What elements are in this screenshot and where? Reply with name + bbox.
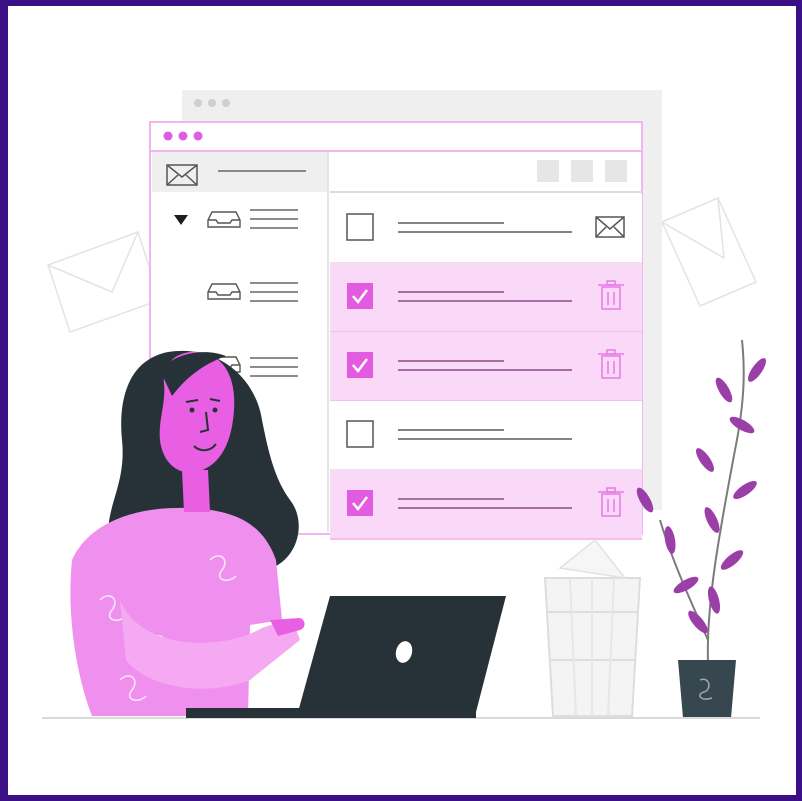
checkbox-checked[interactable] (347, 352, 373, 378)
mail-row[interactable] (330, 470, 642, 540)
background-envelope-right (661, 197, 757, 307)
mail-row[interactable] (330, 401, 642, 471)
illustration-frame (8, 6, 796, 795)
mail-list (330, 194, 642, 540)
three-dots-icon (194, 99, 230, 107)
checkbox-checked[interactable] (347, 283, 373, 309)
email-cleanup-illustration (42, 90, 767, 719)
three-dots-icon (163, 131, 203, 141)
square-button-icon[interactable] (571, 160, 593, 182)
neck (182, 470, 210, 512)
checkbox-checked[interactable] (347, 490, 373, 516)
mail-row[interactable] (330, 263, 642, 333)
mail-row[interactable] (330, 332, 642, 402)
mail-row[interactable] (330, 194, 642, 264)
square-button-icon[interactable] (537, 160, 559, 182)
checkbox-unchecked[interactable] (346, 420, 374, 448)
square-button-icon[interactable] (605, 160, 627, 182)
background-envelope-left (47, 231, 161, 333)
wastebasket[interactable] (543, 538, 642, 717)
checkbox-unchecked[interactable] (346, 213, 374, 241)
sidebar-header (152, 152, 328, 192)
